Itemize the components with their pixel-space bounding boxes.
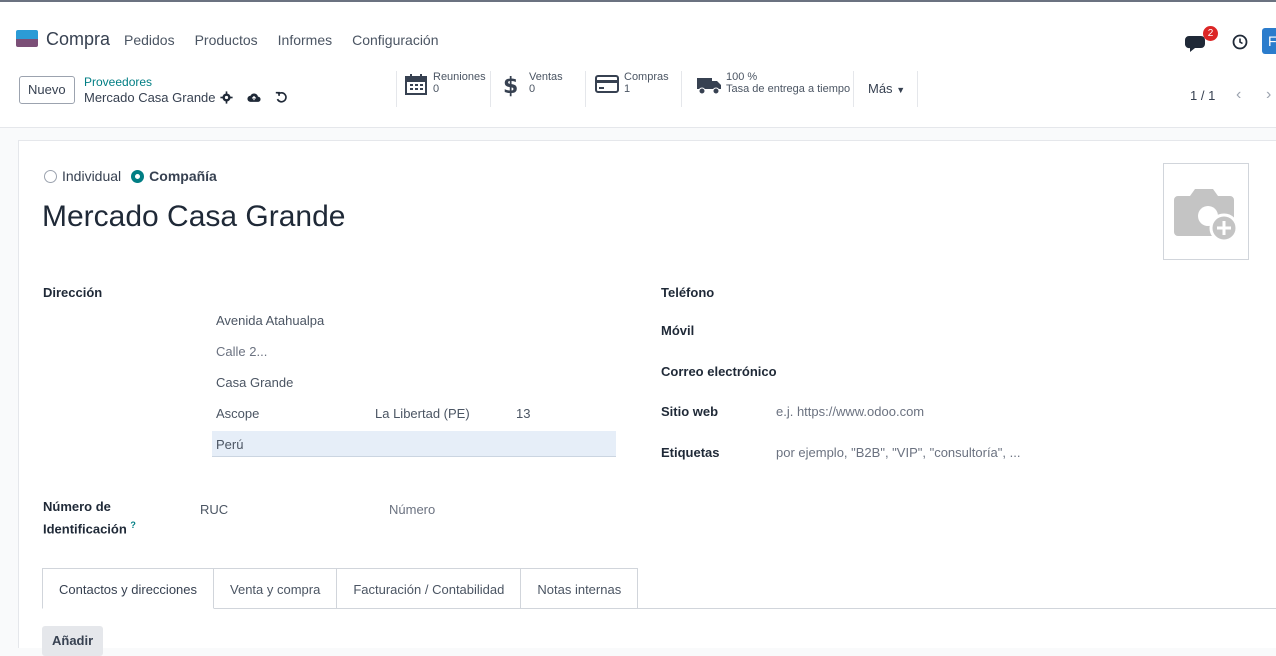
credit-card-icon [595, 75, 619, 93]
city-line-input[interactable]: Casa Grande [216, 375, 293, 390]
smart-button-ventas[interactable]: $ Ventas 0 [491, 71, 586, 107]
address-label: Dirección [43, 285, 103, 300]
image-upload[interactable] [1163, 163, 1249, 260]
app-logo-icon[interactable] [16, 30, 38, 47]
zip-input[interactable]: 13 [516, 406, 530, 421]
tags-input[interactable]: por ejemplo, "B2B", "VIP", "consultoría"… [776, 445, 1020, 460]
help-tooltip-icon[interactable]: ? [130, 520, 136, 530]
add-contact-button[interactable]: Añadir [42, 626, 104, 656]
more-button[interactable]: Más ▼ [856, 71, 918, 107]
notebook-tabs: Contactos y direcciones Venta y compra F… [42, 568, 639, 609]
user-avatar[interactable]: F [1262, 28, 1276, 54]
smart-value: 1 [624, 83, 631, 95]
chevron-right-icon[interactable]: › [1266, 86, 1271, 104]
menu-item-configuracion[interactable]: Configuración [352, 32, 438, 48]
mobile-label: Móvil [661, 323, 695, 338]
radio-label-individual[interactable]: Individual [62, 168, 121, 184]
city-input[interactable]: Ascope [216, 406, 259, 421]
menu-item-informes[interactable]: Informes [278, 32, 332, 48]
smart-label: 100 % [726, 71, 758, 83]
radio-company[interactable] [131, 169, 145, 183]
id-number-input[interactable]: Número [389, 502, 435, 517]
cloud-save-icon[interactable] [247, 91, 261, 104]
top-navbar: Compra Pedidos Productos Informes Config… [0, 0, 1276, 58]
smart-label: Compras [624, 71, 669, 83]
control-panel: Nuevo Proveedores Mercado Casa Grande Re… [0, 58, 1276, 128]
more-label: Más [868, 81, 893, 96]
camera-plus-icon [1174, 189, 1239, 243]
email-label: Correo electrónico [661, 364, 777, 379]
chevron-left-icon[interactable]: ‹ [1236, 86, 1241, 104]
discard-icon[interactable] [275, 91, 288, 104]
state-input[interactable]: La Libertad (PE) [375, 406, 470, 421]
truck-icon [697, 78, 721, 95]
breadcrumb-current: Mercado Casa Grande [84, 90, 216, 105]
gear-icon[interactable] [220, 91, 233, 104]
menu-item-pedidos[interactable]: Pedidos [124, 32, 175, 48]
radio-individual[interactable] [44, 169, 57, 183]
vat-label-line1: Número de [43, 499, 111, 514]
svg-text:$: $ [503, 74, 518, 97]
clock-icon[interactable] [1232, 34, 1248, 50]
street2-input[interactable]: Calle 2... [216, 344, 267, 359]
menu-item-productos[interactable]: Productos [195, 32, 258, 48]
partner-name-input[interactable]: Mercado Casa Grande [42, 200, 346, 234]
main-menu: Pedidos Productos Informes Configuración [124, 32, 439, 48]
caret-down-icon: ▼ [896, 85, 906, 95]
smart-value: 0 [529, 83, 536, 95]
smart-button-reuniones[interactable]: Reuniones 0 [396, 71, 491, 107]
street-input[interactable]: Avenida Atahualpa [216, 313, 324, 328]
smart-value: 0 [433, 83, 440, 95]
tab-contacts[interactable]: Contactos y direcciones [42, 568, 215, 609]
record-actions [220, 91, 288, 104]
app-name[interactable]: Compra [46, 29, 110, 50]
website-input[interactable]: e.j. https://www.odoo.com [776, 404, 924, 419]
tab-sales-purchase[interactable]: Venta y compra [214, 568, 338, 609]
phone-label: Teléfono [661, 285, 715, 300]
company-type-radio: Individual Compañía [44, 168, 217, 184]
calendar-icon [405, 74, 427, 95]
smart-value: Tasa de entrega a tiempo [726, 83, 851, 95]
smart-label: Ventas [529, 71, 563, 83]
vat-label-line2: Identificación ? [43, 520, 136, 536]
tab-invoicing[interactable]: Facturación / Contabilidad [337, 568, 522, 609]
smart-label: Reuniones [433, 71, 486, 83]
chat-badge: 2 [1203, 26, 1218, 41]
pager-value[interactable]: 1 / 1 [1190, 88, 1215, 103]
website-label: Sitio web [661, 404, 719, 419]
radio-label-company[interactable]: Compañía [149, 168, 217, 184]
dollar-icon: $ [503, 74, 518, 97]
country-value: Perú [216, 437, 244, 452]
smart-button-compras[interactable]: Compras 1 [586, 71, 682, 107]
tags-label: Etiquetas [661, 445, 720, 460]
breadcrumb-parent[interactable]: Proveedores [84, 75, 152, 89]
id-type-select[interactable]: RUC [200, 502, 228, 517]
vat-label-text: Identificación [43, 521, 127, 537]
country-input[interactable] [212, 431, 616, 457]
smart-button-on-time-rate[interactable]: 100 % Tasa de entrega a tiempo [682, 71, 854, 107]
tab-internal-notes[interactable]: Notas internas [521, 568, 639, 609]
new-button[interactable]: Nuevo [19, 76, 75, 104]
